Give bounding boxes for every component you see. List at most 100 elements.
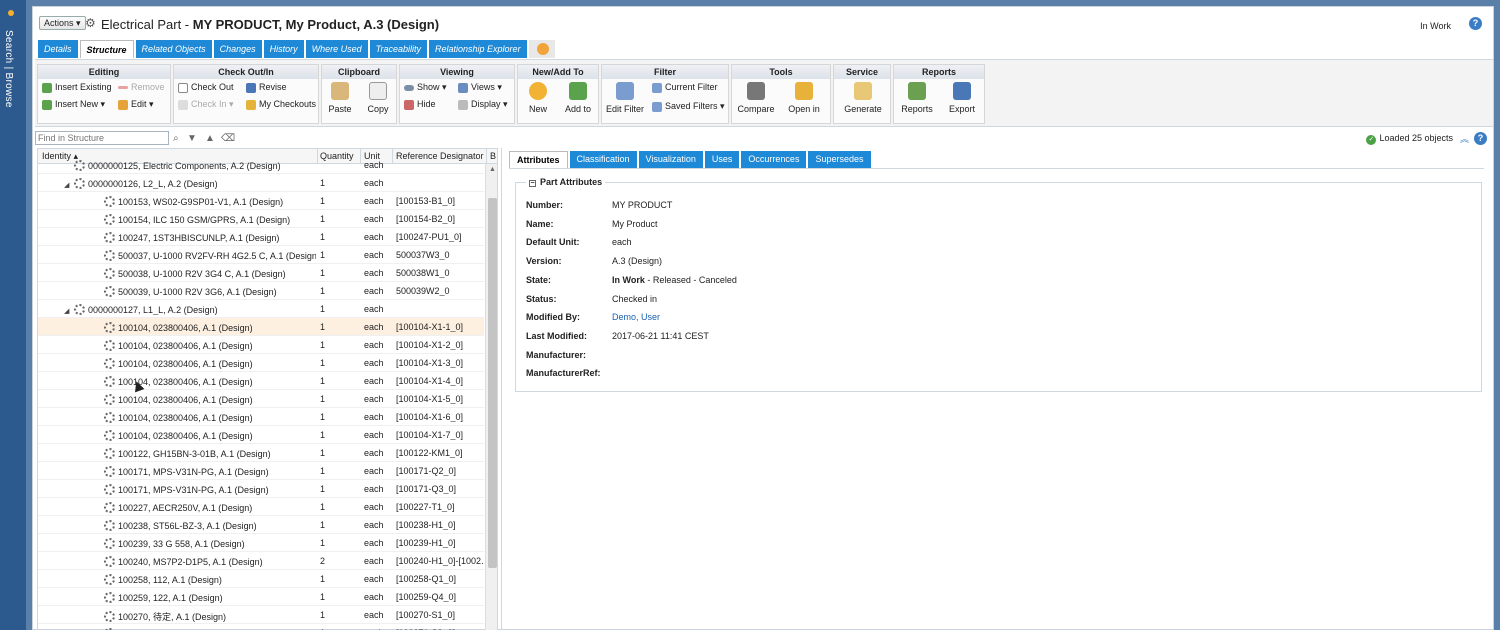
part-gear-icon: [74, 178, 85, 189]
collapse-icon[interactable]: ︽: [1460, 132, 1469, 145]
table-row[interactable]: 500038, U-1000 R2V 3G4 C, A.1 (Design) 1 e…: [38, 264, 484, 282]
app-logo-icon: [8, 10, 14, 16]
add-to-button[interactable]: Add to: [558, 82, 598, 122]
table-row[interactable]: 100271, 243331, A.1 (Design)1each[100271…: [38, 624, 484, 630]
insert-existing-button[interactable]: Insert Existing: [42, 82, 112, 93]
check-out-button[interactable]: Check Out: [178, 82, 234, 93]
tab-attributes[interactable]: Attributes: [509, 151, 568, 168]
export-button[interactable]: Export: [940, 82, 984, 122]
revise-button[interactable]: Revise: [246, 82, 287, 93]
table-row[interactable]: 100240, MS7P2-D1P5, A.1 (Design) 2 each [10…: [38, 552, 484, 570]
table-row[interactable]: 100104, 023800406, A.1 (Design) 1 each [100…: [38, 354, 484, 372]
table-row[interactable]: 500037, U-1000 RV2FV-RH 4G2.5 C, A.1 (De…: [38, 246, 484, 264]
cell-unit: each: [364, 484, 384, 494]
show-button[interactable]: Show ▾: [404, 82, 447, 93]
table-row[interactable]: 100154, ILC 150 GSM/GPRS, A.1 (Design) 1 e…: [38, 210, 484, 228]
section-title[interactable]: − Part Attributes: [526, 177, 606, 187]
col-b[interactable]: B: [490, 151, 496, 161]
table-row[interactable]: ◢ 0000000127, L1_L, A.2 (Design) 1 each: [38, 300, 484, 318]
tab-add-icon[interactable]: [528, 40, 555, 58]
my-checkouts-button[interactable]: My Checkouts: [246, 99, 316, 110]
table-row[interactable]: 100104, 023800406, A.1 (Design) 1 each [100…: [38, 390, 484, 408]
table-row[interactable]: 100122, GH15BN-3-01B, A.1 (Design) 1 each […: [38, 444, 484, 462]
open-in-button[interactable]: Open in: [780, 82, 828, 122]
main-window: Actions ▾ ⚙ Electrical Part - MY PRODUCT…: [32, 6, 1494, 630]
help-icon[interactable]: ?: [1469, 17, 1482, 30]
tab-occurrences[interactable]: Occurrences: [741, 151, 807, 168]
tab-where-used[interactable]: Where Used: [305, 40, 368, 58]
clipboard-icon: [331, 82, 349, 100]
find-in-structure-input[interactable]: [35, 131, 169, 145]
bar-chart-icon: [908, 82, 926, 100]
hide-button[interactable]: Hide: [404, 99, 436, 110]
add-tab-icon: [536, 43, 549, 55]
help-icon-structure[interactable]: ?: [1474, 132, 1487, 145]
search-browse-toggle[interactable]: Search | Browse: [3, 30, 14, 108]
table-row[interactable]: 500039, U-1000 R2V 3G6, A.1 (Design) 1 eac…: [38, 282, 484, 300]
scroll-up-icon[interactable]: ▲: [489, 166, 496, 173]
table-row[interactable]: 100239, 33 G 558, A.1 (Design) 1 each [1002…: [38, 534, 484, 552]
current-filter-button[interactable]: Current Filter: [652, 82, 718, 93]
ribbon-group-newadd: New/Add To New Add to: [517, 64, 599, 124]
table-row[interactable]: 100104, 023800406, A.1 (Design) 1 each [100…: [38, 372, 484, 390]
expand-caret-icon[interactable]: ◢: [64, 181, 74, 189]
compare-button[interactable]: Compare: [732, 82, 780, 122]
generate-button[interactable]: Generate: [838, 82, 888, 122]
paste-button[interactable]: Paste: [320, 82, 360, 122]
find-binoculars-icon[interactable]: ⌕: [173, 133, 179, 144]
my-checkouts-icon: [246, 99, 256, 110]
table-row[interactable]: 100171, MPS-V31N-PG, A.1 (Design) 1 each [1…: [38, 480, 484, 498]
table-row[interactable]: ◢ 0000000126, L2_L, A.2 (Design) 1 each: [38, 174, 484, 192]
attr-value-link[interactable]: Demo, User: [612, 312, 660, 322]
attr-label: State:: [526, 274, 552, 285]
table-row[interactable]: 100227, AECR250V, A.1 (Design) 1 each [1002…: [38, 498, 484, 516]
table-row[interactable]: 100104, 023800406, A.1 (Design) 1 each [100…: [38, 336, 484, 354]
table-row[interactable]: 100238, ST56L-BZ-3, A.1 (Design) 1 each [10…: [38, 516, 484, 534]
table-row[interactable]: 100259, 122, A.1 (Design) 1 each [100259-Q4…: [38, 588, 484, 606]
table-row[interactable]: 100171, MPS-V31N-PG, A.1 (Design) 1 each [1…: [38, 462, 484, 480]
part-gear-icon: [104, 340, 115, 351]
table-row[interactable]: 100104, 023800406, A.1 (Design) 1 each [100…: [38, 426, 484, 444]
check-in-button[interactable]: Check In ▾: [178, 99, 234, 110]
edit-filter-button[interactable]: Edit Filter: [602, 82, 648, 122]
tab-visualization[interactable]: Visualization: [638, 151, 703, 168]
attr-value-text: MY PRODUCT: [612, 200, 673, 210]
table-row[interactable]: 0000000125, Electric Components, A.2 (De…: [38, 156, 484, 174]
clear-find-icon[interactable]: ⌫: [221, 133, 235, 144]
insert-new-button[interactable]: Insert New ▾: [42, 99, 105, 110]
edit-button[interactable]: Edit ▾: [118, 99, 154, 110]
reports-button[interactable]: Reports: [894, 82, 940, 122]
table-row[interactable]: 100104, 023800406, A.1 (Design) 1 each [100…: [38, 318, 484, 336]
table-row[interactable]: 100153, WS02-G9SP01-V1, A.1 (Design) 1 eac…: [38, 192, 484, 210]
tab-structure[interactable]: Structure: [79, 40, 134, 58]
table-row[interactable]: 100104, 023800406, A.1 (Design) 1 each [100…: [38, 408, 484, 426]
tab-uses[interactable]: Uses: [704, 151, 740, 168]
tree-scrollbar[interactable]: ▲: [485, 164, 497, 630]
tab-traceability[interactable]: Traceability: [369, 40, 428, 58]
cell-identity: 100258, 112, A.1 (Design): [94, 574, 316, 585]
table-row[interactable]: 100270, 待定, A.1 (Design) 1 each [100270-S1_…: [38, 606, 484, 624]
scrollbar-thumb[interactable]: [488, 198, 497, 568]
tab-related-objects[interactable]: Related Objects: [135, 40, 212, 58]
cell-ref-designator: [100238-H1_0]: [396, 520, 456, 530]
identity-text: 500039, U-1000 R2V 3G6, A.1 (Design): [118, 287, 277, 297]
tab-details[interactable]: Details: [38, 40, 78, 58]
remove-button[interactable]: Remove: [118, 82, 165, 92]
tab-changes[interactable]: Changes: [213, 40, 262, 58]
table-row[interactable]: 100258, 112, A.1 (Design) 1 each [100258-Q1…: [38, 570, 484, 588]
views-button[interactable]: Views ▾: [458, 82, 502, 93]
tab-classification[interactable]: Classification: [569, 151, 637, 168]
tab-relationship-explorer[interactable]: Relationship Explorer: [429, 40, 527, 58]
actions-button[interactable]: Actions ▾: [39, 16, 86, 30]
display-button[interactable]: Display ▾: [458, 99, 508, 110]
table-row[interactable]: 100247, 1ST3HBISCUNLP, A.1 (Design) 1 each…: [38, 228, 484, 246]
filter-up-icon[interactable]: ▲: [205, 133, 215, 144]
expand-caret-icon[interactable]: ◢: [64, 307, 74, 315]
saved-filters-button[interactable]: Saved Filters ▾: [652, 101, 725, 112]
new-button[interactable]: New: [518, 82, 558, 122]
page-title: Electrical Part - MY PRODUCT, My Product…: [101, 17, 439, 32]
tab-history[interactable]: History: [263, 40, 304, 58]
tab-supersedes[interactable]: Supersedes: [808, 151, 871, 168]
copy-button[interactable]: Copy: [358, 82, 398, 122]
filter-down-icon[interactable]: ▼: [187, 133, 197, 144]
